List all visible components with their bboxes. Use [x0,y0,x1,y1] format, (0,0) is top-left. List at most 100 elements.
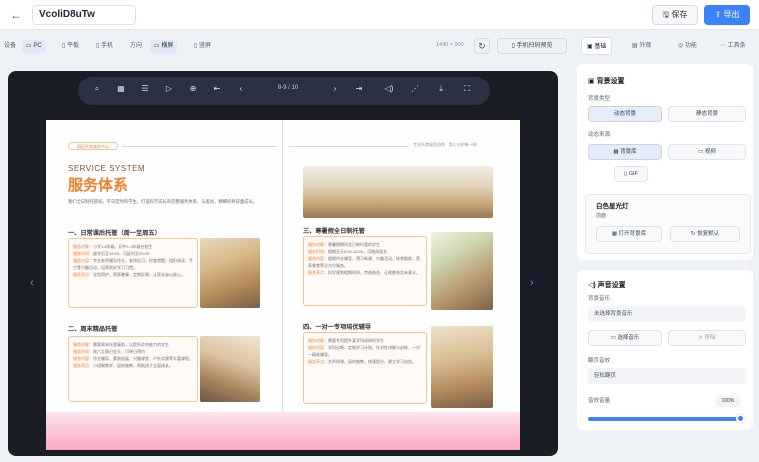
page-indicator: 8-9 / 10 [277,85,299,91]
header-divider [122,146,277,147]
sec2-line: 服务时间：周六至周日全天，可单日预约 [73,349,145,354]
restore-default-button[interactable]: ↻ 恢复默认 [670,226,740,242]
sec1-line: 服务亮点：全程照护，营养晚餐，定期反馈，让家长省心放心。 [73,272,185,277]
sec2-line: 服务内容：作业辅导、素质拓展、兴趣课堂、户外实践等丰富课程。 [73,356,193,361]
top-bar: ← VcoliD8uTw 🖫 保存 ⇪ 导出 [0,0,759,30]
sec3-title: 三、寒暑假全日制托管 [303,228,365,235]
export-button[interactable]: ⇪ 导出 [704,5,750,25]
mobile-preview-label: 手机扫码预览 [516,43,553,49]
volume-label: 音效音量 [588,398,611,404]
source-library-label: 背景库 [620,149,637,155]
refresh-icon[interactable]: ↻ [474,38,490,54]
landscape-label: 横屏 [161,43,174,49]
device-mobile-label: 手机 [100,43,113,49]
intro-paragraph: 我们全日制托管班，平日定时的学生，打造科学成长的完整服务体系，与爱具，精细托养孩… [68,199,258,204]
open-library-label: 打开背景库 [618,231,647,237]
bg-section-title: ▣ 背景设置 [588,78,625,85]
volume-slider-handle[interactable] [736,414,745,423]
direction-label: 方向 [130,43,143,49]
sec3-line: 服务对象：寒暑假期间全日制托管的学生 [308,242,380,247]
bg-type-dynamic-button[interactable]: 动态背景 [588,106,662,122]
classroom-photo-1 [200,238,260,308]
selected-bg-sub: 前面 [596,213,607,219]
canvas-size-readout: 1440 × 900 [436,42,464,48]
page-header-text: 专业托育服务机构 · 用心守护每一刻 [413,142,477,147]
tab-toolbar[interactable]: ⋯ 工具条 [715,37,751,55]
device-toolbar: 设备 ▭ PC ▯ 平板 ▯ 手机 方向 ▭ 横屏 ▯ 竖屏 1440 × 90… [0,34,570,58]
device-pc-button[interactable]: ▭ PC [22,40,46,53]
device-pc-label: PC [33,43,42,49]
sec1-line: 服务内容：专业老师辅导作业，安排自习，检查错题；组织阅读、手工等兴趣活动，培养良… [73,258,193,270]
thumbnails-icon[interactable]: ▦ [114,84,128,93]
right-page[interactable]: 专业托育服务机构 · 用心守护每一刻 三、寒暑假全日制托管 服务对象：寒暑假期间… [283,120,520,450]
tab-basic-label: 基础 [594,44,607,50]
bg-music-field[interactable]: 未选择背景音乐 [588,306,746,322]
page-sound-label: 翻页音效 [588,358,611,364]
source-video-label: 视频 [704,149,716,155]
source-video-button[interactable]: ▭ 视频 [668,144,746,160]
project-title-field[interactable]: VcoliD8uTw [32,5,136,25]
volume-value: 100% [716,396,740,407]
sec1-line: 服务时间：放学后至19:00，可延时至20:00 [73,251,150,256]
choose-music-button[interactable]: ▭ 选择音乐 [588,330,662,346]
bg-type-label: 背景类型 [588,96,611,102]
device-mobile-button[interactable]: ▯ 手机 [92,40,117,53]
left-page[interactable]: 园区托育服务中心 SERVICE SYSTEM 服务体系 我们全日制托管班，平日… [46,120,283,450]
next-page-arrow-icon[interactable]: › [530,277,534,289]
viewer-control-bar: ⌕ ▦ ☰ ▷ ⊕ ⇤ ‹ 8-9 / 10 › ⇥ ◁) ⋰ ⤓ ⛶ [78,77,490,105]
bg-type-static-button[interactable]: 静态背景 [668,106,746,122]
volume-slider-track[interactable] [588,417,740,421]
table-of-contents-icon[interactable]: ☰ [138,84,152,93]
tab-toolbar-label: 工具条 [727,43,746,49]
bg-music-label: 背景音乐 [588,296,611,302]
sec4-line: 服务内容：学科诊断、定制学习计划、针对性讲解与训练，一对一精准辅导。 [308,345,420,357]
share-icon[interactable]: ⋰ [408,84,422,93]
open-book: 园区托育服务中心 SERVICE SYSTEM 服务体系 我们全日制托管班，平日… [46,120,520,450]
orientation-landscape-button[interactable]: ▭ 横屏 [150,40,178,53]
sound-icon[interactable]: ◁) [382,84,396,93]
choose-music-label: 选择音乐 [617,335,640,341]
orientation-portrait-button[interactable]: ▯ 竖屏 [190,40,215,53]
sec2-card: 服务对象：需要周末托管服务，以提升综合能力的学生 服务时间：周六至周日全天，可单… [68,336,198,402]
back-arrow-icon[interactable]: ← [8,7,24,23]
classroom-photo-4 [431,326,493,408]
sec2-line: 服务对象：需要周末托管服务，以提升综合能力的学生 [73,342,169,347]
last-page-icon[interactable]: ⇥ [352,84,366,93]
zoom-in-icon[interactable]: ⊕ [186,84,200,93]
source-gif-button[interactable]: ▯ GIF [614,166,648,182]
tab-basic[interactable]: ▣ 基础 [581,37,613,55]
flipbook-preview: ⌕ ▦ ☰ ▷ ⊕ ⇤ ‹ 8-9 / 10 › ⇥ ◁) ⋰ ⤓ ⛶ ‹ › … [8,71,558,456]
autoplay-icon[interactable]: ▷ [162,84,176,93]
tab-features[interactable]: ◎ 功能 [673,37,702,55]
export-label: 导出 [723,10,740,19]
fullscreen-icon[interactable]: ⛶ [460,84,474,94]
sound-section-title: ◁) 声音设置 [588,282,626,289]
tab-appearance[interactable]: ▤ 外观 [627,37,656,55]
previous-page-icon[interactable]: ‹ [234,84,248,93]
search-icon[interactable]: ⌕ [90,84,104,94]
first-page-icon[interactable]: ⇤ [210,84,224,93]
page-sound-select[interactable]: 轻松翻页 [588,368,746,384]
remove-music-button[interactable]: ✕ 移除 [668,330,746,346]
sec3-line: 服务时间：假期全天8:00-18:00，可按周报名 [308,249,388,254]
restore-default-label: 恢复默认 [697,231,720,237]
sec1-title: 一、日常课后托管（周一至周五） [68,230,161,237]
mobile-preview-button[interactable]: ▯ 手机扫码预览 [497,38,567,54]
open-library-button[interactable]: ▦ 打开背景库 [596,226,662,242]
classroom-photo-wide [303,166,493,218]
page-header-tag: 园区托育服务中心 [68,142,118,150]
sec2-title: 二、周末精品托管 [68,326,118,333]
sec3-line: 服务亮点：科学规划假期时间，劳逸结合，让假期充实有意义。 [308,270,420,275]
next-page-icon[interactable]: › [328,84,342,93]
prev-page-arrow-icon[interactable]: ‹ [30,277,34,289]
section-title-en: SERVICE SYSTEM [68,164,146,173]
settings-tabs: ▣ 基础 ▤ 外观 ◎ 功能 ⋯ 工具条 [577,34,759,58]
tab-features-label: 功能 [684,43,697,49]
tab-appearance-label: 外观 [639,43,652,49]
device-tablet-button[interactable]: ▯ 平板 [58,40,83,53]
save-button[interactable]: 🖫 保存 [652,5,698,25]
download-icon[interactable]: ⤓ [434,84,448,94]
sec3-line: 服务内容：假期作业辅导、预习新课、兴趣活动、体育锻炼、营养餐食等全方位服务。 [308,256,420,268]
source-library-button[interactable]: ▦ 背景库 [588,144,662,160]
classroom-photo-3 [431,232,493,310]
